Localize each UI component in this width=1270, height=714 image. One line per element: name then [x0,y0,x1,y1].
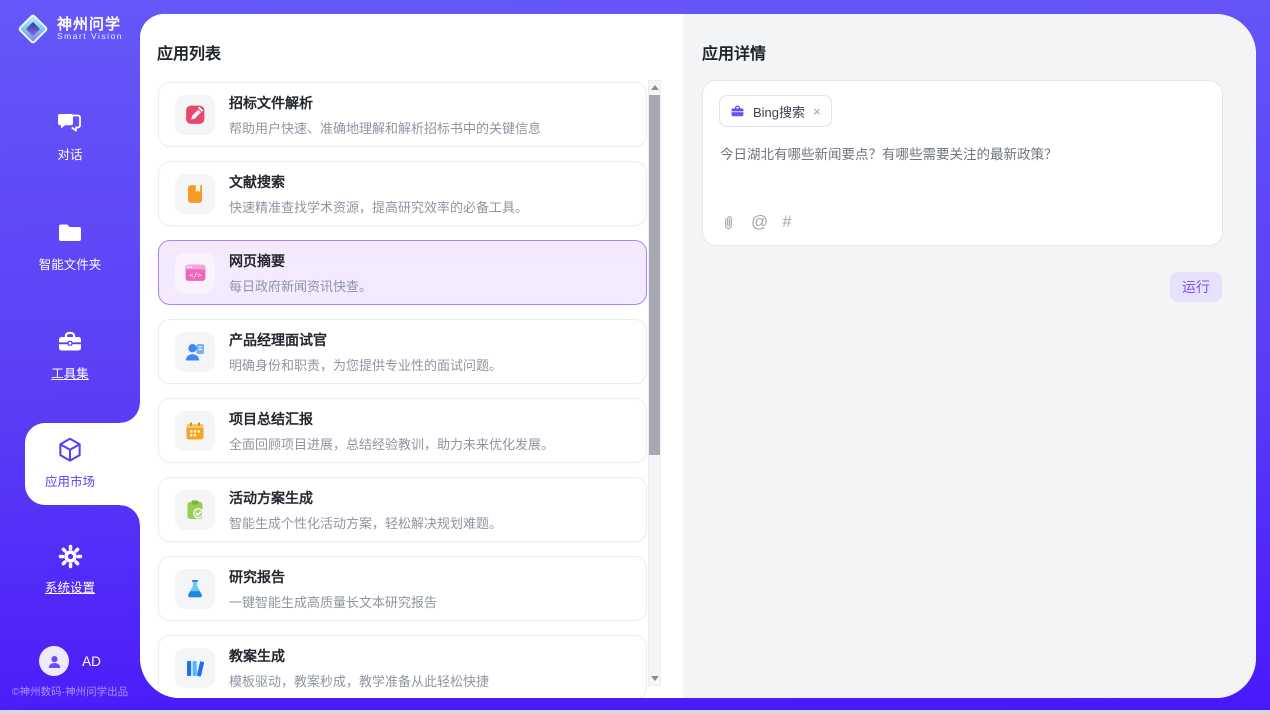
user-avatar[interactable] [39,646,69,676]
app-description: 全面回顾项目进展，总结经验教训，助力未来优化发展。 [229,434,554,453]
sidebar-item-label: 系统设置 [45,577,95,596]
app-description: 一键智能生成高质量长文本研究报告 [229,592,437,611]
app-list-item[interactable]: 研究报告一键智能生成高质量长文本研究报告 [158,556,647,621]
app-name: 招标文件解析 [229,93,541,113]
toolbox-icon [56,327,84,357]
app-name: 项目总结汇报 [229,409,554,429]
books-icon [175,648,215,688]
app-list-item[interactable]: 活动方案生成智能生成个性化活动方案，轻松解决规划难题。 [158,477,647,542]
app-list-item[interactable]: </> 网页摘要每日政府新闻资讯快查。 [158,240,647,305]
main-container: 应用列表 招标文件解析帮助用户快速、准确地理解和解析招标书中的关键信息文献搜索快… [140,14,1256,698]
flask-icon [175,569,215,609]
user-initials: AD [82,654,101,669]
sidebar-item-4[interactable]: 应用市场 [0,435,140,490]
app-description: 每日政府新闻资讯快查。 [229,276,372,295]
brand-diamond-icon [18,14,48,44]
app-list-title: 应用列表 [157,40,221,64]
brand-subtitle: Smart Vision [57,32,123,41]
scrollbar-thumb[interactable] [649,95,660,455]
query-input[interactable]: 今日湖北有哪些新闻要点？有哪些需要关注的最新政策？ [720,145,1200,165]
gear-icon [56,541,85,571]
sidebar-item-label: 应用市场 [45,471,95,490]
sidebar-item-label: 对话 [57,144,82,163]
sidebar-item-2[interactable]: 智能文件夹 [0,218,140,273]
prompt-card: Bing搜索 × 今日湖北有哪些新闻要点？有哪些需要关注的最新政策？ @ # [702,80,1223,246]
calendar-icon [175,411,215,451]
book-icon [175,174,215,214]
app-list-item[interactable]: 教案生成模板驱动，教案秒成，教学准备从此轻松快捷 [158,635,647,698]
sidebar-item-label: 智能文件夹 [39,254,102,273]
arrow-down-icon [651,676,659,681]
app-description: 快速精准查找学术资源，提高研究效率的必备工具。 [229,197,528,216]
attachment-icon[interactable] [720,213,737,232]
copyright-footer: ©神州数码·神州问学出品 [0,684,140,699]
app-name: 活动方案生成 [229,488,502,508]
app-name: 文献搜索 [229,172,528,192]
user-account[interactable]: AD [0,646,140,676]
scrollbar-down-button[interactable] [649,672,660,685]
list-scrollbar[interactable] [648,80,661,686]
hash-icon[interactable]: # [782,212,791,232]
document-edit-icon [175,95,215,135]
briefcase-icon [730,104,745,119]
app-list-panel: 应用列表 招标文件解析帮助用户快速、准确地理解和解析招标书中的关键信息文献搜索快… [140,14,683,698]
clipboard-check-icon [175,490,215,530]
app-detail-title: 应用详情 [702,40,766,64]
app-description: 智能生成个性化活动方案，轻松解决规划难题。 [229,513,502,532]
tag-close-icon[interactable]: × [813,105,821,118]
mention-icon[interactable]: @ [751,212,768,232]
svg-text:</>: </> [189,272,201,280]
sidebar-item-3[interactable]: 工具集 [0,327,140,382]
person-icon [45,652,64,671]
app-window: 神州问学 Smart Vision 对话智能文件夹工具集应用市场系统设置 AD … [0,0,1270,714]
interviewer-icon [175,332,215,372]
browser-code-icon: </> [175,253,215,293]
app-name: 研究报告 [229,567,437,587]
brand-logo: 神州问学 Smart Vision [0,14,140,44]
sidebar-item-label: 工具集 [51,363,89,382]
app-list: 招标文件解析帮助用户快速、准确地理解和解析招标书中的关键信息文献搜索快速精准查找… [158,82,647,698]
chat-icon [56,108,84,138]
cube-icon [55,435,85,465]
scrollbar-up-button[interactable] [649,81,660,94]
app-description: 明确身份和职责，为您提供专业性的面试问题。 [229,355,502,374]
app-detail-panel: 应用详情 Bing搜索 × 今日湖北有哪些新闻要点？有哪些需要关注的最新政策？ [683,14,1256,698]
app-description: 帮助用户快速、准确地理解和解析招标书中的关键信息 [229,118,541,137]
app-description: 模板驱动，教案秒成，教学准备从此轻松快捷 [229,671,489,690]
sidebar: 神州问学 Smart Vision 对话智能文件夹工具集应用市场系统设置 AD … [0,0,140,710]
brand-name: 神州问学 [57,17,123,33]
arrow-up-icon [651,85,659,90]
app-list-item[interactable]: 项目总结汇报全面回顾项目进展，总结经验教训，助力未来优化发展。 [158,398,647,463]
app-name: 教案生成 [229,646,489,666]
app-list-item[interactable]: 产品经理面试官明确身份和职责，为您提供专业性的面试问题。 [158,319,647,384]
app-name: 网页摘要 [229,251,372,271]
folder-icon [56,218,84,248]
app-name: 产品经理面试官 [229,330,502,350]
input-toolbar: @ # [720,212,792,232]
run-button[interactable]: 运行 [1170,272,1222,302]
tool-tag-label: Bing搜索 [753,102,805,121]
sidebar-item-5[interactable]: 系统设置 [0,541,140,596]
app-list-item[interactable]: 招标文件解析帮助用户快速、准确地理解和解析招标书中的关键信息 [158,82,647,147]
tool-tag-bing-search[interactable]: Bing搜索 × [719,95,832,127]
sidebar-item-1[interactable]: 对话 [0,108,140,163]
app-list-item[interactable]: 文献搜索快速精准查找学术资源，提高研究效率的必备工具。 [158,161,647,226]
